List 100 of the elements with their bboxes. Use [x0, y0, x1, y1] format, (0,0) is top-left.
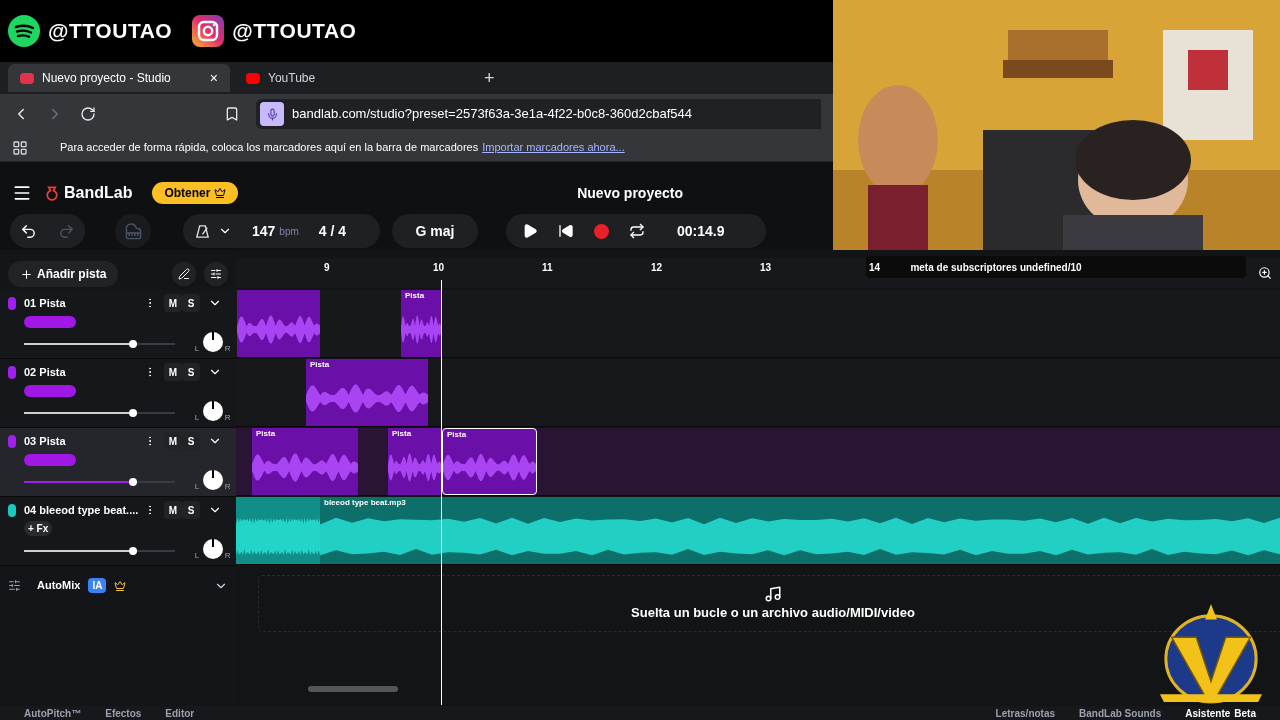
social-handle: @TTOUTAO — [232, 18, 357, 45]
bottom-tab[interactable]: Editor — [165, 705, 195, 720]
track-name: 01 Pista — [24, 295, 67, 311]
mixer-icon — [8, 579, 21, 592]
pan-right-label: R — [224, 550, 231, 562]
crown-icon — [114, 579, 127, 592]
piano-icon — [124, 222, 142, 240]
bottom-tab[interactable]: BandLab Sounds — [1079, 705, 1162, 720]
play-icon[interactable] — [522, 223, 538, 239]
spotify-icon — [8, 15, 40, 47]
sliders-icon — [210, 268, 222, 280]
add-track-button[interactable]: Añadir pista — [8, 261, 119, 287]
mute-button[interactable]: M — [164, 294, 182, 312]
audio-clip[interactable]: Pista — [388, 428, 441, 495]
project-title: Nuevo proyecto — [577, 183, 683, 203]
goal-text: meta de subscriptores undefined/10 — [910, 260, 1082, 275]
pan-knob[interactable] — [202, 401, 223, 421]
bar-number: 11 — [542, 261, 553, 275]
solo-button[interactable]: S — [182, 294, 200, 312]
crown-icon — [214, 187, 227, 199]
track-name: 03 Pista — [24, 433, 67, 449]
url-text: bandlab.com/studio?preset=2573f63a-3e1a-4f22-b0c8-360d2cbaf544 — [292, 105, 693, 124]
effect-chip[interactable] — [24, 453, 76, 466]
key-button[interactable]: G maj — [392, 214, 478, 248]
microphone-button[interactable] — [260, 102, 284, 126]
time-signature[interactable]: 4 / 4 — [318, 220, 347, 242]
bottom-tab[interactable]: AutoPitch™ — [24, 705, 82, 720]
add-music-icon — [764, 584, 782, 603]
mute-button[interactable]: M — [164, 501, 182, 519]
zoom-in-icon[interactable] — [1258, 266, 1272, 280]
volume-thumb[interactable] — [128, 547, 137, 555]
browser-tab[interactable]: Nuevo proyecto - Studio × — [8, 64, 230, 92]
record-button[interactable] — [594, 223, 609, 239]
solo-button[interactable]: S — [182, 363, 200, 381]
clip-label: bleeod type beat.mp3 — [324, 497, 406, 509]
audio-clip[interactable]: Pista — [252, 428, 358, 495]
pan-knob[interactable] — [202, 332, 223, 352]
automix-row[interactable]: AutoMix IA — [0, 569, 236, 602]
horizontal-scrollbar[interactable] — [308, 686, 398, 692]
audio-clip[interactable]: Pista — [401, 290, 441, 357]
bookmarks-hint: Para acceder de forma rápida, coloca los marcadores aquí en la barra de marcadores — [60, 140, 479, 156]
bar-number: 10 — [433, 261, 445, 275]
audio-clip[interactable]: Pista — [306, 359, 428, 426]
tab-title: YouTube — [268, 70, 317, 87]
collapse-button[interactable] — [204, 262, 228, 286]
automix-label: AutoMix — [37, 578, 81, 594]
time-display: 00:14.9 — [677, 221, 725, 241]
loop-icon[interactable] — [629, 223, 645, 239]
assistant-button[interactable]: Asistente — [1185, 705, 1231, 720]
audio-clip[interactable] — [237, 290, 320, 357]
piano-button[interactable] — [115, 214, 151, 248]
bottom-tab[interactable]: Letras/notas — [995, 705, 1056, 720]
bottom-tab[interactable]: Efectos — [105, 705, 142, 720]
pan-left-label: L — [194, 412, 200, 424]
browser-tab[interactable]: YouTube — [234, 64, 456, 92]
social-handle: @TTOUTAO — [48, 18, 173, 45]
bar-number: 9 — [324, 261, 330, 275]
track-name: 02 Pista — [24, 364, 67, 380]
audio-clip[interactable] — [236, 497, 320, 564]
track-name: 04 bleeod type beat.... — [24, 502, 136, 518]
metronome-icon[interactable] — [195, 223, 210, 239]
pan-right-label: R — [224, 481, 231, 493]
bookmark-icon[interactable] — [224, 106, 240, 122]
pan-left-label: L — [194, 481, 200, 493]
volume-thumb[interactable] — [128, 340, 137, 348]
tempo-value[interactable]: 147 — [252, 220, 276, 242]
address-bar[interactable]: bandlab.com/studio?preset=2573f63a-3e1a-4f22-b0c8-360d2cbaf544 — [256, 99, 821, 129]
bar-number: 12 — [651, 261, 663, 275]
volume-thumb[interactable] — [128, 478, 137, 486]
bar-number: 14 — [869, 261, 881, 275]
clip-label: Pista — [447, 429, 467, 441]
new-tab-button[interactable]: + — [484, 64, 495, 92]
bar-number: 13 — [760, 261, 772, 275]
menu-icon[interactable] — [12, 183, 32, 203]
skip-back-icon[interactable] — [558, 223, 574, 239]
import-bookmarks-link[interactable]: Importar marcadores ahora... — [482, 139, 625, 156]
mute-button[interactable]: M — [164, 363, 182, 381]
instagram-icon — [192, 15, 225, 47]
drop-zone-text: Suelta un bucle o un archivo audio/MIDI/video — [631, 603, 915, 622]
get-button[interactable]: Obtener — [152, 182, 239, 204]
fx-chip[interactable]: + Fx — [24, 521, 53, 536]
track-header[interactable]: 03 Pista M S L R — [0, 428, 236, 497]
curve-button[interactable] — [172, 262, 196, 286]
tempo-unit: bpm — [279, 224, 299, 239]
effect-chip[interactable] — [24, 315, 76, 328]
bandlab-logo-icon — [44, 185, 60, 201]
effect-chip[interactable] — [24, 384, 76, 397]
solo-button[interactable]: S — [182, 501, 200, 519]
close-tab-button[interactable]: × — [209, 67, 218, 89]
undo-icon[interactable] — [20, 222, 38, 240]
reload-icon[interactable] — [80, 106, 96, 122]
audio-clip[interactable]: bleeod type beat.mp3 — [320, 497, 1280, 564]
pan-knob[interactable] — [202, 539, 223, 559]
solo-button[interactable]: S — [182, 432, 200, 450]
pan-knob[interactable] — [202, 470, 223, 490]
apps-icon[interactable] — [12, 139, 28, 156]
audio-clip[interactable]: Pista — [442, 428, 537, 495]
volume-thumb[interactable] — [128, 409, 137, 417]
clip-label: Pista — [310, 359, 330, 371]
mute-button[interactable]: M — [164, 432, 182, 450]
